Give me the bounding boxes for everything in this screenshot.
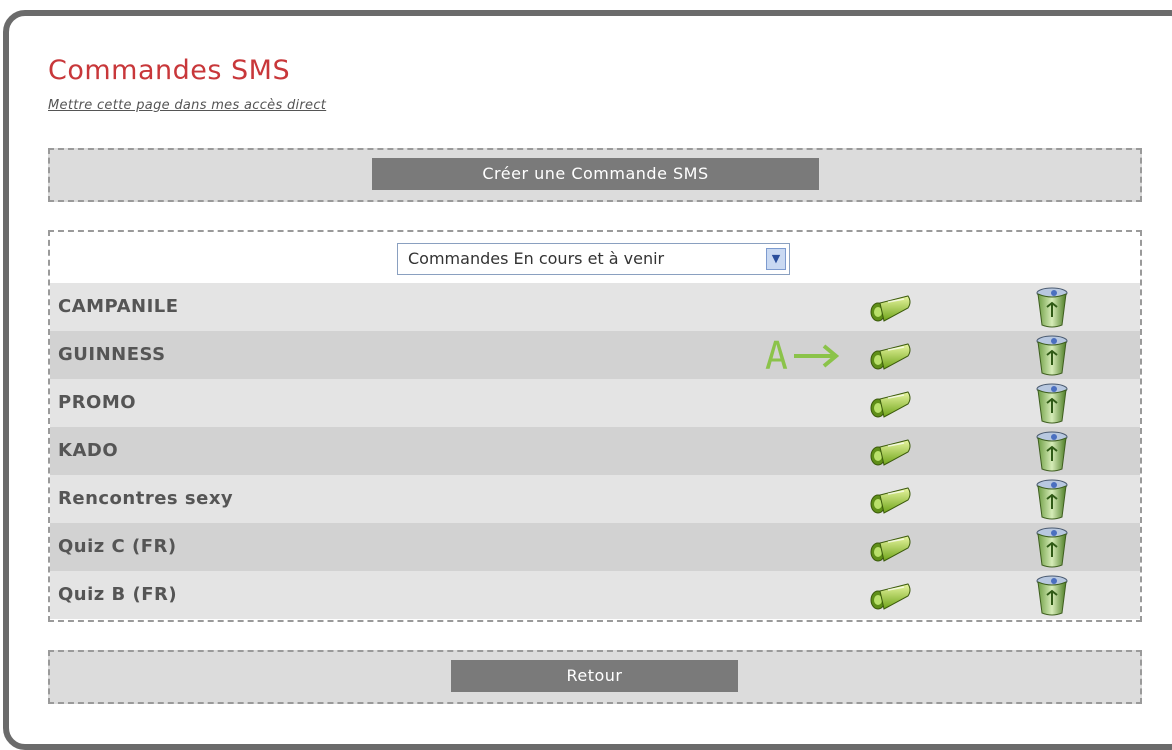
table-row: GUINNESS: [50, 331, 1140, 379]
trash-bin-icon[interactable]: [1032, 333, 1072, 377]
annotation-label: A: [765, 334, 788, 378]
command-name: CAMPANILE: [58, 296, 179, 317]
command-name: Quiz B (FR): [58, 584, 178, 605]
commands-list-panel: Commandes En cours et à venir ▼ CAMPANIL…: [48, 230, 1142, 622]
edit-pen-icon[interactable]: [868, 482, 914, 516]
edit-pen-icon[interactable]: [868, 290, 914, 324]
chevron-down-icon[interactable]: ▼: [766, 248, 786, 270]
back-action-bar: Retour: [48, 650, 1142, 704]
trash-bin-icon[interactable]: [1032, 381, 1072, 425]
command-name: PROMO: [58, 392, 137, 413]
annotation-marker: A: [765, 334, 844, 378]
command-filter-select[interactable]: Commandes En cours et à venir ▼: [397, 243, 790, 275]
edit-pen-icon[interactable]: [868, 530, 914, 564]
edit-pen-icon[interactable]: [868, 578, 914, 612]
command-name: Quiz C (FR): [58, 536, 177, 557]
commands-table: CAMPANILE GUINNESS PROMO KADO Rencontres…: [50, 283, 1140, 619]
command-name: KADO: [58, 440, 119, 461]
filter-selected-value: Commandes En cours et à venir: [408, 249, 665, 268]
trash-bin-icon[interactable]: [1032, 525, 1072, 569]
command-name: GUINNESS: [58, 344, 166, 365]
table-row: CAMPANILE: [50, 283, 1140, 331]
trash-bin-icon[interactable]: [1032, 429, 1072, 473]
table-row: Quiz C (FR): [50, 523, 1140, 571]
edit-pen-icon[interactable]: [868, 338, 914, 372]
table-row: KADO: [50, 427, 1140, 475]
table-row: Quiz B (FR): [50, 571, 1140, 619]
trash-bin-icon[interactable]: [1032, 573, 1072, 617]
back-button[interactable]: Retour: [451, 660, 738, 692]
create-action-bar: Créer une Commande SMS: [48, 148, 1142, 202]
edit-pen-icon[interactable]: [868, 434, 914, 468]
trash-bin-icon[interactable]: [1032, 285, 1072, 329]
create-command-button[interactable]: Créer une Commande SMS: [372, 158, 819, 190]
annotation-arrow-icon: [793, 344, 840, 368]
trash-bin-icon[interactable]: [1032, 477, 1072, 521]
table-row: Rencontres sexy: [50, 475, 1140, 523]
page-title: Commandes SMS: [48, 55, 291, 86]
command-name: Rencontres sexy: [58, 488, 234, 509]
add-to-direct-access-link[interactable]: Mettre cette page dans mes accès direct: [48, 98, 326, 113]
edit-pen-icon[interactable]: [868, 386, 914, 420]
table-row: PROMO: [50, 379, 1140, 427]
